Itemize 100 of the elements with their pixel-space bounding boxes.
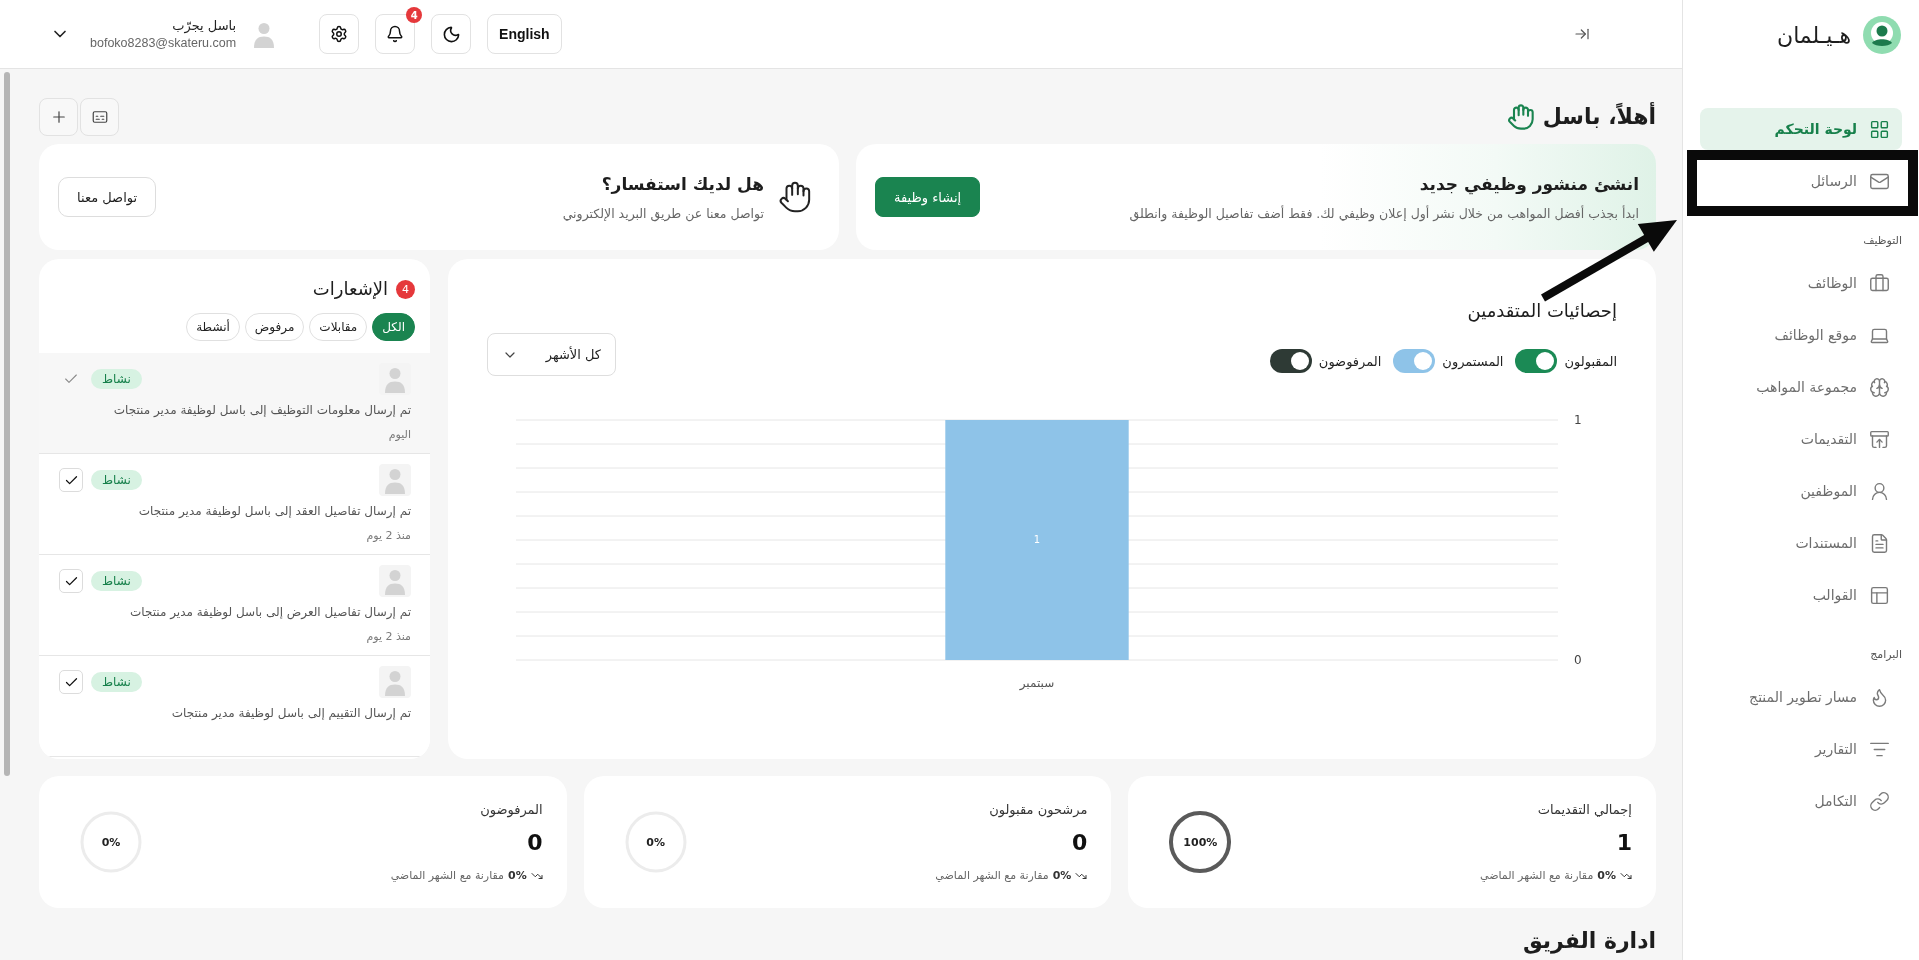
percent-label: 0% xyxy=(646,835,665,849)
activity-tag: نشاط xyxy=(91,672,142,692)
create-job-button[interactable]: إنشاء وظيفة xyxy=(875,177,981,217)
bell-icon xyxy=(386,25,405,43)
nav-item[interactable]: الوظائف xyxy=(1700,262,1902,304)
trend-icon xyxy=(1620,870,1632,882)
stat-title: مرشحون مقبولون xyxy=(989,801,1088,819)
layout-icon xyxy=(1869,584,1890,606)
moon-icon xyxy=(441,24,461,44)
stat-value: 0 xyxy=(1072,829,1088,857)
widgets-button[interactable] xyxy=(80,98,119,136)
panel-title: الإشعارات xyxy=(312,277,388,301)
nav-item[interactable]: الرسائل xyxy=(1700,160,1902,202)
grid-icon xyxy=(1869,118,1890,140)
hand-icon xyxy=(778,180,812,214)
percent-label: 0% xyxy=(101,835,121,849)
chart-title: إحصائيات المتقدمين xyxy=(1466,299,1617,323)
briefcase-icon xyxy=(1869,272,1890,294)
notification-time: منذ 2 يوم xyxy=(365,528,411,544)
contact-button[interactable]: تواصل معنا xyxy=(58,177,157,217)
mark-read-button[interactable] xyxy=(59,569,83,593)
legend-label: المقبولون xyxy=(1564,353,1617,369)
notification-text: تم إرسال تفاصيل العقد إلى باسل لوظيفة مدير منتجات xyxy=(137,503,411,520)
hand-icon xyxy=(1506,103,1535,131)
activity-tag: نشاط xyxy=(91,571,142,591)
avatar-icon xyxy=(379,565,411,597)
nav-item[interactable]: القوالب xyxy=(1700,574,1902,616)
axis-tick-label: 0 xyxy=(1574,652,1582,667)
nav-item[interactable]: التقارير xyxy=(1700,728,1902,770)
month-select[interactable]: كل الأشهر xyxy=(487,333,616,376)
card-title: انشئ منشور وظيفي جديد xyxy=(1418,172,1639,196)
nav-item[interactable]: المستندات xyxy=(1700,522,1902,564)
card-icon xyxy=(90,108,109,126)
change-value: 0% xyxy=(1597,868,1616,884)
notification-item[interactable]: نشاط تم إرسال معلومات التوظيف إلى باسل لوظيفة مدير منتجات اليوم xyxy=(39,353,430,454)
settings-icon xyxy=(330,25,349,43)
nav-section-title: التوظيف xyxy=(1862,233,1902,249)
filter-chip[interactable]: مقابلات xyxy=(309,313,368,341)
toggle-switch[interactable] xyxy=(1515,349,1558,373)
notification-text: تم إرسال تفاصيل العرض إلى باسل لوظيفة مدير منتجات xyxy=(129,604,411,621)
toggle-switch[interactable] xyxy=(1393,349,1436,373)
notification-count: 4 xyxy=(406,7,423,23)
nav-item[interactable]: التقديمات xyxy=(1700,418,1902,460)
section-heading: ادارة الفريق xyxy=(1521,927,1656,955)
user-icon xyxy=(1869,480,1890,502)
settings-button[interactable] xyxy=(319,14,360,54)
bar-value-label: 1 xyxy=(1033,534,1041,545)
nav-item[interactable]: التكامل xyxy=(1700,780,1902,822)
change-value: 0% xyxy=(508,868,527,884)
activity-tag: نشاط xyxy=(91,470,142,490)
nav-item[interactable]: موقع الوظائف xyxy=(1700,314,1902,356)
count-badge: 4 xyxy=(396,279,415,299)
comparison-text: مقارنة مع الشهر الماضي xyxy=(390,868,504,884)
stat-value: 0 xyxy=(527,829,543,857)
brain-icon xyxy=(1869,376,1890,398)
stat-title: إجمالي التقديمات xyxy=(1537,801,1632,819)
nav-item[interactable]: لوحة التحكم xyxy=(1700,108,1902,150)
percent-label: 100% xyxy=(1183,835,1218,849)
collapse-sidebar-icon[interactable] xyxy=(1574,26,1590,42)
stat-value: 1 xyxy=(1616,829,1632,857)
language-button[interactable]: English xyxy=(487,14,562,54)
card-subtitle: تواصل معنا عن طريق البريد الإلكتروني xyxy=(561,204,764,223)
notification-time: اليوم xyxy=(387,427,411,443)
card-subtitle: ابدأ بجذب أفضل المواهب من خلال نشر أول إعلان وظيفي لك. فقط أضف تفاصيل الوظيفة وانطلق xyxy=(1128,204,1639,223)
change-value: 0% xyxy=(1052,868,1072,884)
legend-label: المستمرون xyxy=(1442,353,1504,369)
filter-chip[interactable]: مرفوض xyxy=(244,313,305,341)
comparison-text: مقارنة مع الشهر الماضي xyxy=(935,868,1049,884)
nav-section-title: البرامج xyxy=(1869,647,1902,663)
mark-read-button[interactable] xyxy=(59,670,83,694)
nav-item[interactable]: الموظفين xyxy=(1700,470,1902,512)
notification-text: تم إرسال معلومات التوظيف إلى باسل لوظيفة مدير منتجات xyxy=(112,402,411,419)
toggle-switch[interactable] xyxy=(1269,349,1312,373)
stat-title: المرفوضون xyxy=(480,801,543,819)
logo-text: هـيـلمان xyxy=(1777,22,1851,48)
trend-icon xyxy=(530,870,543,882)
notification-text: تم إرسال التقييم إلى باسل لوظيفة مدير منتجات xyxy=(170,705,411,722)
comparison-text: مقارنة مع الشهر الماضي xyxy=(1480,868,1594,884)
notification-time: منذ 2 يوم xyxy=(365,629,411,645)
document-icon xyxy=(1869,532,1890,554)
link-icon xyxy=(1869,790,1890,812)
activity-tag: نشاط xyxy=(91,369,142,389)
greeting-title: أهلاً، باسل xyxy=(1542,102,1656,131)
legend-label: المرفوضون xyxy=(1318,353,1382,369)
filter-chip[interactable]: الكل xyxy=(372,313,415,341)
user-name: باسل يجرّب xyxy=(172,18,237,33)
theme-button[interactable] xyxy=(431,14,472,54)
card-title: هل لديك استفسار؟ xyxy=(600,172,764,196)
trend-icon xyxy=(1075,870,1088,882)
filter-chip[interactable]: أنشطة xyxy=(186,313,240,341)
nav-item[interactable]: مسار تطوير المنتج xyxy=(1700,676,1902,718)
user-email: bofoko8283@skateru.com xyxy=(90,36,237,50)
avatar-icon xyxy=(379,666,411,698)
nav-item[interactable]: مجموعة المواهب xyxy=(1700,366,1902,408)
mark-read-button[interactable] xyxy=(59,468,83,492)
scrollbar[interactable] xyxy=(4,72,10,776)
tray-upload-icon xyxy=(1869,428,1890,450)
axis-tick-label: 1 xyxy=(1574,412,1582,427)
avatar-icon xyxy=(379,464,411,496)
logo-icon xyxy=(1863,16,1901,54)
